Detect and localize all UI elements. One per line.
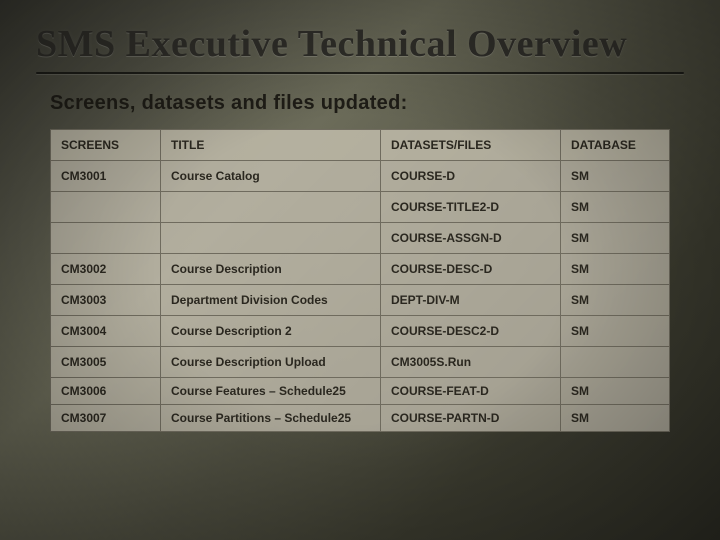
cell-dataset: COURSE-D bbox=[381, 161, 561, 192]
page-title: SMS Executive Technical Overview bbox=[36, 22, 684, 66]
cell-db: SM bbox=[561, 192, 670, 223]
col-database: DATABASE bbox=[561, 130, 670, 161]
cell-screen: CM3006 bbox=[51, 378, 161, 405]
cell-dataset: COURSE-DESC-D bbox=[381, 254, 561, 285]
cell-title bbox=[161, 192, 381, 223]
table-row: CM3006 Course Features – Schedule25 COUR… bbox=[51, 378, 670, 405]
cell-dataset: COURSE-ASSGN-D bbox=[381, 223, 561, 254]
cell-dataset: DEPT-DIV-M bbox=[381, 285, 561, 316]
cell-dataset: COURSE-FEAT-D bbox=[381, 378, 561, 405]
cell-title: Course Partitions – Schedule25 bbox=[161, 405, 381, 432]
section-subtitle: Screens, datasets and files updated: bbox=[50, 92, 684, 115]
table-container: SCREENS TITLE DATASETS/FILES DATABASE CM… bbox=[50, 129, 670, 432]
cell-dataset: COURSE-TITLE2-D bbox=[381, 192, 561, 223]
cell-db: SM bbox=[561, 223, 670, 254]
cell-db: SM bbox=[561, 161, 670, 192]
cell-db: SM bbox=[561, 254, 670, 285]
cell-screen bbox=[51, 223, 161, 254]
cell-title: Course Features – Schedule25 bbox=[161, 378, 381, 405]
cell-title: Course Catalog bbox=[161, 161, 381, 192]
col-datasets: DATASETS/FILES bbox=[381, 130, 561, 161]
cell-screen: CM3003 bbox=[51, 285, 161, 316]
title-underline bbox=[36, 72, 684, 74]
cell-dataset: CM3005S.Run bbox=[381, 347, 561, 378]
cell-screen: CM3007 bbox=[51, 405, 161, 432]
cell-db: SM bbox=[561, 405, 670, 432]
screens-table: SCREENS TITLE DATASETS/FILES DATABASE CM… bbox=[50, 129, 670, 432]
cell-title: Course Description 2 bbox=[161, 316, 381, 347]
table-row: CM3004 Course Description 2 COURSE-DESC2… bbox=[51, 316, 670, 347]
cell-screen bbox=[51, 192, 161, 223]
col-title: TITLE bbox=[161, 130, 381, 161]
cell-screen: CM3005 bbox=[51, 347, 161, 378]
cell-dataset: COURSE-DESC2-D bbox=[381, 316, 561, 347]
cell-screen: CM3002 bbox=[51, 254, 161, 285]
table-row: CM3007 Course Partitions – Schedule25 CO… bbox=[51, 405, 670, 432]
cell-db: SM bbox=[561, 316, 670, 347]
cell-db bbox=[561, 347, 670, 378]
cell-title bbox=[161, 223, 381, 254]
cell-db: SM bbox=[561, 378, 670, 405]
table-row: CM3003 Department Division Codes DEPT-DI… bbox=[51, 285, 670, 316]
cell-title: Course Description bbox=[161, 254, 381, 285]
col-screens: SCREENS bbox=[51, 130, 161, 161]
table-row: COURSE-ASSGN-D SM bbox=[51, 223, 670, 254]
table-row: CM3002 Course Description COURSE-DESC-D … bbox=[51, 254, 670, 285]
table-row: CM3001 Course Catalog COURSE-D SM bbox=[51, 161, 670, 192]
cell-screen: CM3001 bbox=[51, 161, 161, 192]
cell-title: Course Description Upload bbox=[161, 347, 381, 378]
cell-dataset: COURSE-PARTN-D bbox=[381, 405, 561, 432]
cell-db: SM bbox=[561, 285, 670, 316]
cell-title: Department Division Codes bbox=[161, 285, 381, 316]
table-header-row: SCREENS TITLE DATASETS/FILES DATABASE bbox=[51, 130, 670, 161]
slide: SMS Executive Technical Overview Screens… bbox=[0, 0, 720, 540]
table-row: COURSE-TITLE2-D SM bbox=[51, 192, 670, 223]
table-row: CM3005 Course Description Upload CM3005S… bbox=[51, 347, 670, 378]
cell-screen: CM3004 bbox=[51, 316, 161, 347]
